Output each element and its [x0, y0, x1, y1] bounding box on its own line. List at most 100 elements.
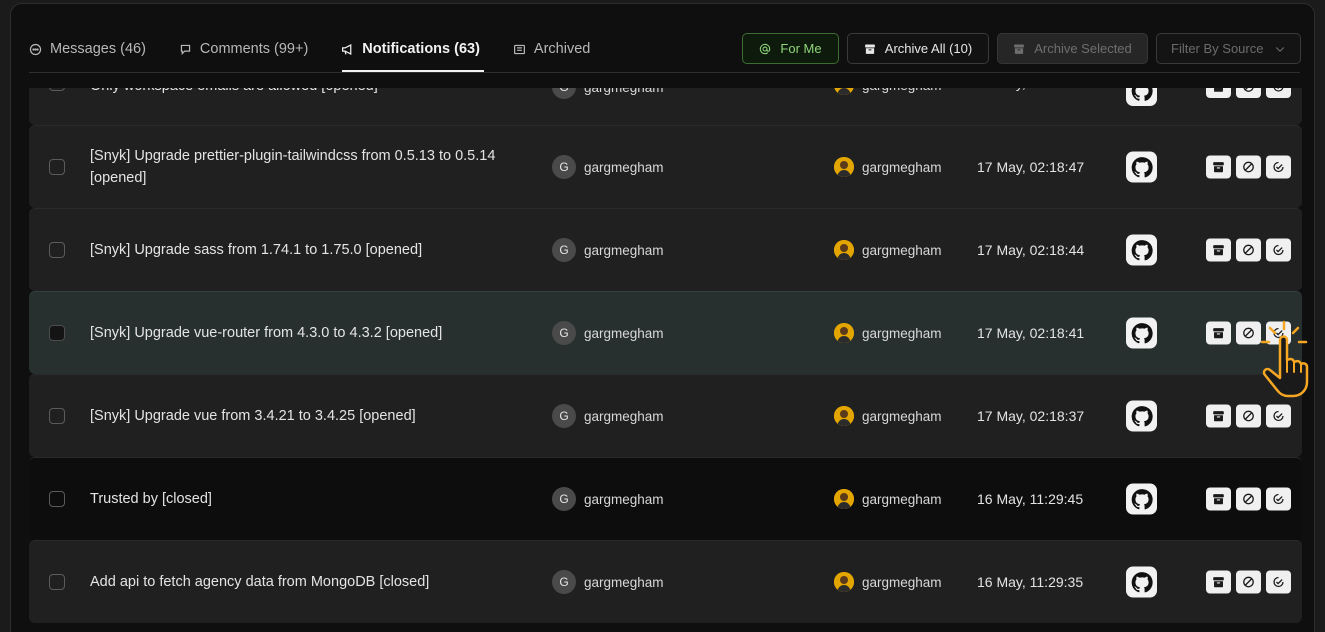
mark-done-icon [1273, 493, 1284, 505]
author: G gargmegham [552, 238, 664, 262]
notification-row[interactable]: [Snyk] Upgrade vue-router from 4.3.0 to … [29, 291, 1302, 374]
source-github-button[interactable] [1126, 151, 1157, 183]
unsubscribe-button[interactable] [1236, 404, 1261, 428]
source-github-button[interactable] [1126, 234, 1157, 266]
row-actions [1206, 404, 1291, 428]
block-icon [1243, 493, 1254, 505]
notification-list: Only workspace emails are allowed [opene… [29, 67, 1302, 623]
archive-icon [1213, 494, 1224, 505]
unsubscribe-button[interactable] [1236, 155, 1261, 179]
row-checkbox[interactable] [49, 325, 65, 341]
source-github-button[interactable] [1126, 566, 1157, 598]
notification-title[interactable]: [Snyk] Upgrade prettier-plugin-tailwindc… [90, 145, 520, 189]
tab-comments[interactable]: Comments (99+) [179, 38, 308, 60]
tab-messages[interactable]: Messages (46) [29, 38, 146, 60]
tab-label: Archived [533, 41, 591, 57]
author-name: gargmegham [584, 408, 664, 424]
avatar [834, 240, 854, 260]
assignee: gargmegham [834, 406, 942, 426]
archive-button[interactable] [1206, 570, 1231, 594]
archive-icon [1213, 577, 1224, 588]
notification-row[interactable]: [Snyk] Upgrade sass from 1.74.1 to 1.75.… [29, 208, 1302, 291]
comment-icon [180, 44, 191, 55]
archive-icon [1213, 162, 1224, 173]
github-icon [1131, 488, 1153, 509]
timestamp: 17 May, 02:18:37 [977, 408, 1085, 424]
github-icon [1131, 156, 1153, 177]
assignee-name: gargmegham [862, 325, 942, 341]
mark-done-button[interactable] [1266, 155, 1291, 179]
notification-row[interactable]: [Snyk] Upgrade vue from 3.4.21 to 3.4.25… [29, 374, 1302, 457]
assignee-name: gargmegham [862, 491, 942, 507]
mark-done-icon [1273, 244, 1284, 256]
unsubscribe-button[interactable] [1236, 570, 1261, 594]
row-checkbox[interactable] [49, 491, 65, 507]
source-github-button[interactable] [1126, 400, 1157, 432]
notification-row[interactable]: Add api to fetch agency data from MongoD… [29, 540, 1302, 623]
row-checkbox[interactable] [49, 242, 65, 258]
for-me-button[interactable]: For Me [742, 33, 839, 64]
timestamp: 17 May, 02:18:44 [977, 242, 1085, 258]
notification-title[interactable]: Trusted by [closed] [90, 488, 520, 510]
filter-by-source-select[interactable]: Filter By Source [1156, 33, 1301, 64]
author-name: gargmegham [584, 242, 664, 258]
tab-label: Messages (46) [50, 41, 146, 57]
filter-placeholder: Filter By Source [1171, 41, 1264, 56]
assignee: gargmegham [834, 240, 942, 260]
github-icon [1131, 322, 1153, 343]
archive-button[interactable] [1206, 404, 1231, 428]
mark-done-icon [1273, 576, 1284, 588]
archive-icon [1014, 44, 1025, 54]
notification-title[interactable]: [Snyk] Upgrade sass from 1.74.1 to 1.75.… [90, 239, 520, 261]
archive-selected-button[interactable]: Archive Selected [997, 33, 1148, 64]
archive-all-button[interactable]: Archive All (10) [847, 33, 989, 64]
mark-done-button[interactable] [1266, 487, 1291, 511]
author: G gargmegham [552, 570, 664, 594]
archive-icon [1213, 245, 1224, 256]
author: G gargmegham [552, 404, 664, 428]
archive-button[interactable] [1206, 155, 1231, 179]
author-avatar: G [552, 487, 576, 511]
notification-title[interactable]: Add api to fetch agency data from MongoD… [90, 571, 520, 593]
author-avatar: G [552, 404, 576, 428]
notification-title[interactable]: [Snyk] Upgrade vue-router from 4.3.0 to … [90, 322, 520, 344]
archive-selected-label: Archive Selected [1034, 41, 1132, 56]
block-icon [1243, 410, 1254, 422]
archive-button[interactable] [1206, 321, 1231, 345]
row-checkbox[interactable] [49, 159, 65, 175]
archive-icon [864, 44, 875, 54]
author: G gargmegham [552, 487, 664, 511]
notification-row[interactable]: Trusted by [closed] G gargmegham gargmeg… [29, 457, 1302, 540]
mark-done-button[interactable] [1266, 238, 1291, 262]
assignee-name: gargmegham [862, 408, 942, 424]
github-icon [1131, 239, 1153, 260]
notification-row[interactable]: [Snyk] Upgrade prettier-plugin-tailwindc… [29, 125, 1302, 208]
author-avatar: G [552, 321, 576, 345]
source-github-button[interactable] [1126, 483, 1157, 515]
avatar [834, 572, 854, 592]
row-checkbox[interactable] [49, 574, 65, 590]
row-checkbox[interactable] [49, 408, 65, 424]
unsubscribe-button[interactable] [1236, 238, 1261, 262]
author: G gargmegham [552, 155, 664, 179]
github-icon [1131, 405, 1153, 426]
unsubscribe-button[interactable] [1236, 487, 1261, 511]
archive-icon [1213, 328, 1224, 339]
block-icon [1243, 576, 1254, 588]
notification-title[interactable]: [Snyk] Upgrade vue from 3.4.21 to 3.4.25… [90, 405, 520, 427]
assignee: gargmegham [834, 489, 942, 509]
tab-notifications[interactable]: Notifications (63) [341, 38, 480, 60]
source-github-button[interactable] [1126, 317, 1157, 349]
panel-header: Messages (46) Comments (99+) Notificatio… [11, 4, 1314, 88]
avatar [834, 406, 854, 426]
mark-done-icon [1273, 161, 1284, 173]
timestamp: 16 May, 11:29:45 [977, 491, 1084, 507]
mark-done-button[interactable] [1266, 404, 1291, 428]
author-name: gargmegham [584, 325, 664, 341]
tab-archived[interactable]: Archived [513, 38, 590, 60]
archive-button[interactable] [1206, 487, 1231, 511]
mark-done-button[interactable] [1266, 570, 1291, 594]
archive-button[interactable] [1206, 238, 1231, 262]
row-actions [1206, 155, 1291, 179]
row-actions [1206, 238, 1291, 262]
